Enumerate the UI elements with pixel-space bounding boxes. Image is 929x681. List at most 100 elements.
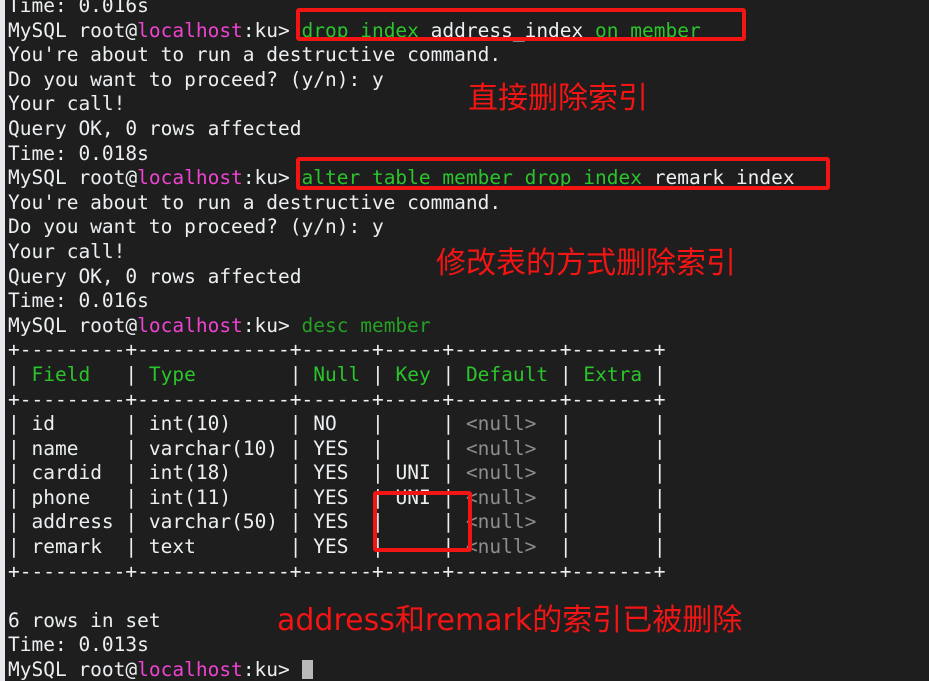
table-cell bbox=[384, 412, 443, 435]
table-cell: YES bbox=[301, 510, 372, 534]
table-border-top: +---------+-------------+------+-----+--… bbox=[8, 338, 666, 362]
table-cell bbox=[572, 412, 654, 435]
text-cursor bbox=[301, 660, 314, 680]
table-pipe: | bbox=[559, 461, 572, 485]
table-pipe: | bbox=[125, 485, 138, 509]
table-pipe: | bbox=[442, 485, 455, 509]
prompt-prefix: MySQL root@ bbox=[8, 18, 138, 42]
prompt-prefix: MySQL root@ bbox=[8, 313, 138, 337]
table-pipe: | bbox=[8, 461, 20, 485]
table-pipe: | bbox=[653, 485, 666, 509]
table-pipe: | bbox=[125, 436, 138, 460]
table-pipe: | bbox=[8, 535, 20, 559]
table-cell: UNI bbox=[383, 461, 443, 485]
table-pipe: | bbox=[125, 362, 138, 386]
table-pipe: | bbox=[125, 461, 138, 485]
table-pipe: | bbox=[442, 510, 455, 534]
table-cell: <null> bbox=[454, 461, 560, 485]
terminal-command-line[interactable]: MySQL root@localhost:ku> desc member bbox=[8, 314, 929, 339]
table-pipe: | bbox=[372, 412, 384, 436]
sql-identifier: remark_index bbox=[653, 166, 795, 190]
table-cell: <null> bbox=[454, 485, 560, 509]
table-cell bbox=[384, 535, 443, 558]
terminal-line: Query OK, 0 rows affected bbox=[8, 116, 302, 140]
table-cell: <null> bbox=[454, 436, 560, 460]
table-cell: int(11) bbox=[137, 485, 290, 509]
table-pipe: | bbox=[8, 412, 20, 436]
table-header-cell: Default bbox=[454, 362, 560, 386]
table-pipe: | bbox=[8, 362, 20, 386]
table-pipe: | bbox=[653, 535, 666, 559]
table-cell: name bbox=[19, 436, 126, 460]
table-pipe: | bbox=[559, 362, 572, 386]
sql-keyword: drop index bbox=[301, 18, 431, 42]
terminal-command-line[interactable]: MySQL root@localhost:ku> drop index addr… bbox=[8, 19, 929, 44]
table-pipe: | bbox=[559, 436, 572, 460]
prompt-host: localhost bbox=[137, 166, 243, 190]
table-pipe: | bbox=[442, 436, 455, 460]
table-pipe: | bbox=[442, 412, 455, 436]
table-pipe: | bbox=[125, 510, 138, 534]
table-pipe: | bbox=[653, 436, 666, 460]
table-pipe: | bbox=[8, 510, 20, 534]
table-pipe: | bbox=[442, 362, 455, 386]
table-pipe: | bbox=[372, 510, 384, 534]
table-cell: varchar(10) bbox=[137, 436, 290, 460]
table-pipe: | bbox=[289, 461, 302, 485]
table-pipe: | bbox=[559, 485, 572, 509]
terminal-line: You're about to run a destructive comman… bbox=[8, 43, 502, 67]
table-cell: YES bbox=[301, 436, 372, 460]
table-cell: YES bbox=[301, 461, 372, 485]
table-header-cell: Key bbox=[383, 362, 443, 386]
table-row: | name | varchar(10) | YES | | <null> | … bbox=[8, 437, 929, 462]
table-cell bbox=[572, 486, 654, 509]
prompt-suffix: :ku> bbox=[242, 313, 302, 337]
table-cell bbox=[572, 535, 654, 558]
table-header-row: | Field | Type | Null | Key | Default | … bbox=[8, 363, 929, 388]
prompt-suffix: :ku> bbox=[242, 658, 302, 681]
window-left-edge bbox=[0, 0, 5, 681]
table-header-cell: Field bbox=[19, 362, 126, 386]
table-cell: YES bbox=[301, 535, 372, 559]
table-cell: int(10) bbox=[137, 412, 290, 436]
table-pipe: | bbox=[289, 510, 302, 534]
table-pipe: | bbox=[125, 412, 138, 436]
terminal-active-prompt[interactable]: MySQL root@localhost:ku> bbox=[8, 658, 929, 681]
table-row: | address | varchar(50) | YES | | <null>… bbox=[8, 510, 929, 535]
table-pipe: | bbox=[442, 535, 455, 559]
annotation-direct-drop-index: 直接删除索引 bbox=[468, 81, 648, 116]
sql-keyword: on member bbox=[583, 18, 701, 42]
prompt-suffix: :ku> bbox=[242, 166, 302, 190]
terminal-line: Time: 0.018s bbox=[8, 141, 149, 165]
prompt-host: localhost bbox=[137, 658, 243, 681]
table-pipe: | bbox=[289, 485, 302, 509]
terminal-command-line[interactable]: MySQL root@localhost:ku> alter table mem… bbox=[8, 166, 929, 191]
table-cell: remark bbox=[19, 535, 126, 559]
prompt-prefix: MySQL root@ bbox=[8, 166, 138, 190]
sql-keyword: alter table member drop index bbox=[301, 166, 654, 190]
table-pipe: | bbox=[8, 485, 20, 509]
table-cell: varchar(50) bbox=[137, 510, 290, 534]
table-header-cell: Null bbox=[301, 362, 372, 386]
table-cell bbox=[384, 510, 443, 533]
table-pipe: | bbox=[559, 510, 572, 534]
table-pipe: | bbox=[653, 510, 666, 534]
table-pipe: | bbox=[442, 461, 455, 485]
table-pipe: | bbox=[372, 362, 384, 386]
table-cell: phone bbox=[19, 485, 126, 509]
terminal-line: You're about to run a destructive comman… bbox=[8, 190, 502, 214]
table-pipe: | bbox=[653, 461, 666, 485]
table-border-mid: +---------+-------------+------+-----+--… bbox=[8, 387, 666, 411]
annotation-alter-table-drop-index: 修改表的方式删除索引 bbox=[436, 246, 736, 281]
table-pipe: | bbox=[289, 412, 302, 436]
terminal-line: Do you want to proceed? (y/n): y bbox=[8, 215, 384, 239]
table-pipe: | bbox=[559, 535, 572, 559]
table-pipe: | bbox=[653, 412, 666, 436]
table-row: | cardid | int(18) | YES | UNI | <null> … bbox=[8, 461, 929, 486]
table-cell: <null> bbox=[454, 510, 560, 534]
table-cell: YES bbox=[301, 485, 372, 509]
table-row: | id | int(10) | NO | | <null> | | bbox=[8, 412, 929, 437]
table-cell bbox=[384, 437, 443, 460]
terminal-window: Time: 0.016s MySQL root@localhost:ku> dro… bbox=[0, 0, 929, 681]
table-cell: address bbox=[19, 510, 126, 534]
